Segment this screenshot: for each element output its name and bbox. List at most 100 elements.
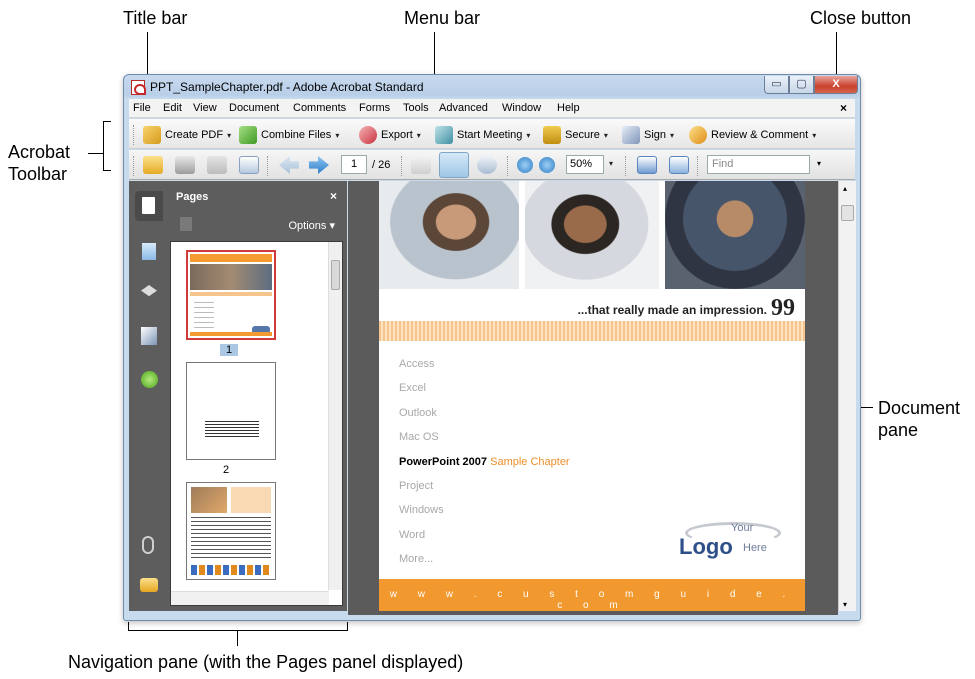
combine-files-icon [239, 126, 257, 144]
your-logo-here-logo: Your Logo Here [669, 516, 789, 566]
menu-edit[interactable]: Edit [163, 102, 182, 114]
marquee-zoom-icon[interactable] [477, 156, 497, 174]
create-pdf-button[interactable]: Create PDF ▾ [143, 125, 231, 145]
callout-line-title-bar [147, 32, 148, 80]
comments-icon[interactable] [140, 578, 158, 592]
lock-icon [543, 126, 561, 144]
scroll-up-icon[interactable]: ▴ [843, 184, 847, 193]
doc-list-item: Word [399, 529, 426, 541]
callout-close-button: Close button [810, 8, 912, 28]
zoom-level-input[interactable]: 50% [566, 155, 604, 174]
page-thumbnail-2[interactable] [186, 362, 276, 460]
menu-advanced[interactable]: Advanced [439, 102, 488, 114]
toolbar-separator [625, 156, 628, 176]
task-toolbar: Create PDF ▾ Combine Files ▾ Export ▾ St… [129, 119, 855, 149]
pages-panel: Pages × Options ▾ 1 2 [168, 181, 347, 611]
select-tool-icon[interactable] [411, 156, 431, 174]
trash-icon[interactable] [180, 217, 192, 231]
minimize-icon: ▭ [771, 78, 782, 90]
menu-document[interactable]: Document [229, 102, 279, 114]
export-button[interactable]: Export ▾ [359, 125, 421, 145]
menu-forms[interactable]: Forms [359, 102, 390, 114]
menu-window[interactable]: Window [502, 102, 541, 114]
chevron-down-icon: ▾ [812, 130, 817, 140]
callout-document-pane-2: pane [878, 420, 919, 440]
pages-options-button[interactable]: Options ▾ [289, 219, 336, 232]
orange-pattern-band [379, 321, 805, 341]
zoom-out-icon[interactable] [517, 157, 533, 173]
secure-label: Secure [565, 129, 600, 141]
thumbnail-horizontal-scrollbar[interactable] [171, 591, 329, 605]
combine-files-button[interactable]: Combine Files ▾ [239, 125, 339, 145]
page-thumbnail-number: 1 [220, 344, 239, 356]
quote-mark-icon: 99 [771, 295, 795, 321]
open-folder-icon[interactable] [143, 156, 163, 174]
find-input[interactable]: Find [707, 155, 810, 174]
scroll-down-icon[interactable]: ▾ [843, 600, 847, 609]
previous-page-icon[interactable] [279, 156, 299, 174]
thumbnail-list[interactable]: 1 2 [170, 241, 343, 606]
review-comment-button[interactable]: Review & Comment ▾ [689, 125, 816, 145]
acrobat-app-icon[interactable] [131, 80, 146, 95]
menu-view[interactable]: View [193, 102, 217, 114]
create-pdf-icon [143, 126, 161, 144]
hand-tool-icon[interactable] [439, 152, 469, 178]
doc-highlight-subtitle: Sample Chapter [490, 456, 570, 468]
callout-document-pane-1: Document [878, 398, 961, 418]
menu-comments[interactable]: Comments [293, 102, 346, 114]
menu-help[interactable]: Help [557, 102, 580, 114]
photo-woman-smiling [379, 181, 519, 289]
maximize-icon: ▢ [796, 78, 807, 90]
document-page[interactable]: ...that really made an impression. 99 Ac… [379, 181, 805, 611]
toolbar-separator [267, 156, 270, 176]
fit-page-icon[interactable] [669, 156, 689, 174]
zoom-in-icon[interactable] [539, 157, 555, 173]
callout-bracket-top [103, 121, 111, 122]
fit-width-icon[interactable] [637, 156, 657, 174]
document-vertical-scrollbar[interactable]: ▴ ▾ [838, 181, 856, 611]
zoom-dropdown-icon[interactable]: ▾ [609, 159, 613, 168]
doc-list-item: Windows [399, 504, 444, 516]
scrollbar-thumb[interactable] [841, 205, 854, 221]
page-number-input[interactable]: 1 [341, 155, 367, 174]
thumbnail-vertical-scrollbar[interactable] [328, 242, 342, 590]
doc-list-item: Mac OS [399, 431, 439, 443]
find-dropdown-icon[interactable]: ▾ [817, 159, 821, 168]
save-icon[interactable] [207, 156, 227, 174]
chevron-down-icon: ▾ [227, 130, 232, 140]
email-icon[interactable] [239, 156, 259, 174]
page-thumbnail-1[interactable] [186, 250, 276, 340]
page-thumbnail-3[interactable] [186, 482, 276, 580]
close-button[interactable]: X [814, 76, 858, 94]
callout-bracket-stem [88, 153, 103, 154]
close-icon: X [832, 78, 840, 90]
doc-list-item-highlight: PowerPoint 2007 Sample Chapter [399, 456, 570, 468]
export-label: Export [381, 129, 413, 141]
review-comment-label: Review & Comment [711, 129, 809, 141]
pages-panel-close-icon[interactable]: × [330, 189, 337, 203]
start-meeting-button[interactable]: Start Meeting ▾ [435, 125, 530, 145]
combine-files-label: Combine Files [261, 129, 332, 141]
toolbar-grip[interactable] [133, 125, 136, 145]
sign-button[interactable]: Sign ▾ [622, 125, 674, 145]
maximize-button[interactable]: ▢ [789, 76, 814, 94]
attachments-icon[interactable] [142, 536, 154, 554]
layers-icon[interactable] [141, 285, 157, 297]
document-close-icon[interactable]: × [840, 101, 847, 115]
toolbar-grip[interactable] [133, 156, 136, 176]
start-meeting-icon [435, 126, 453, 144]
menu-file[interactable]: File [133, 102, 151, 114]
title-bar[interactable]: PPT_SampleChapter.pdf - Adobe Acrobat St… [124, 75, 860, 99]
help-icon[interactable] [141, 371, 158, 388]
chevron-down-icon: ▾ [416, 130, 421, 140]
print-icon[interactable] [175, 156, 195, 174]
signatures-icon[interactable] [141, 327, 157, 345]
page-total-label: / 26 [372, 159, 391, 171]
chevron-down-icon: ▾ [335, 130, 340, 140]
secure-button[interactable]: Secure ▾ [543, 125, 608, 145]
minimize-button[interactable]: ▭ [764, 76, 789, 94]
bookmarks-icon[interactable] [142, 243, 156, 260]
next-page-icon[interactable] [309, 156, 329, 174]
menu-tools[interactable]: Tools [403, 102, 429, 114]
callout-navigation-pane: Navigation pane (with the Pages panel di… [68, 652, 464, 672]
